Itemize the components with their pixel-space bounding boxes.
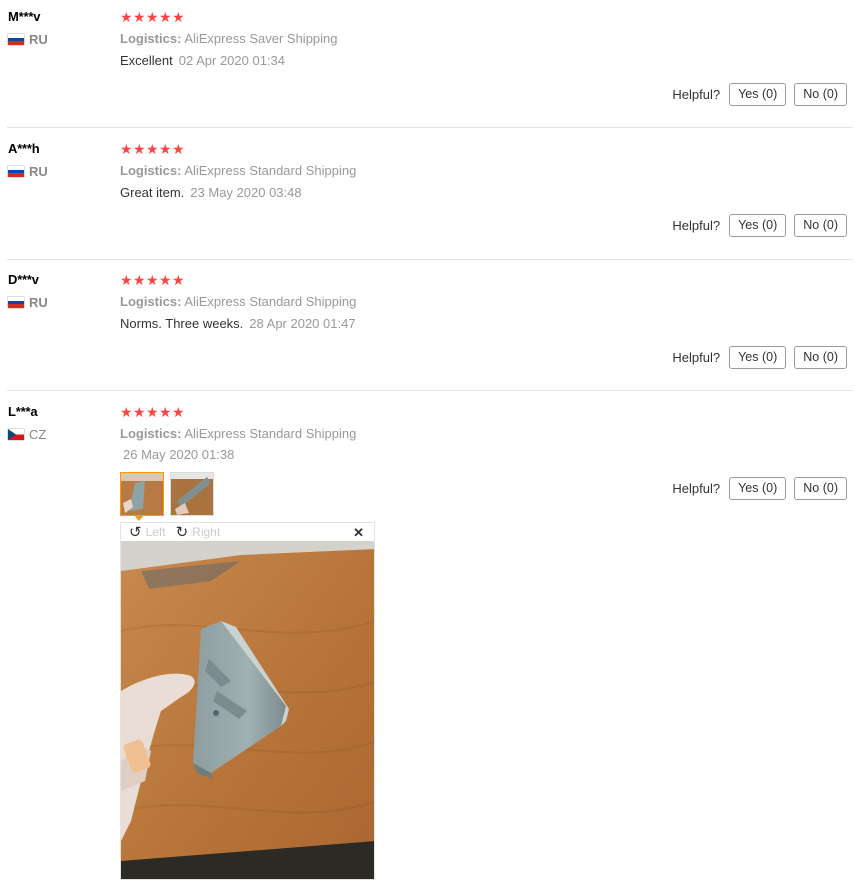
star-icon: ★ [133, 404, 147, 420]
logistics-value: AliExpress Standard Shipping [184, 426, 357, 441]
rotate-right-label: Right [192, 525, 221, 539]
logistics-value: AliExpress Saver Shipping [184, 31, 338, 46]
reviewer-country: RU [29, 164, 48, 179]
review-divider [7, 259, 853, 260]
review-content: Norms. Three weeks. 28 Apr 2020 01:47 [120, 316, 356, 331]
star-icon: ★ [146, 404, 160, 420]
review-text: Great item. [120, 185, 185, 200]
review-date: 26 May 2020 01:38 [123, 447, 235, 462]
logistics-info: Logistics: AliExpress Standard Shipping [120, 163, 356, 178]
logistics-label: Logistics: [120, 426, 182, 441]
logistics-label: Logistics: [120, 163, 182, 178]
helpful-no-button[interactable]: No (0) [794, 214, 847, 237]
logistics-label: Logistics: [120, 31, 182, 46]
star-rating: ★★★★★ [120, 141, 185, 158]
star-icon: ★ [146, 272, 160, 288]
star-icon: ★ [159, 9, 173, 25]
close-icon[interactable]: ✕ [353, 525, 364, 541]
star-rating: ★★★★★ [120, 9, 185, 26]
flag-ru-icon [8, 166, 24, 177]
reviewer-country: RU [29, 295, 48, 310]
review-photo-thumbnail[interactable] [170, 472, 214, 516]
helpful-controls: Helpful? Yes (0) No (0) [672, 214, 847, 237]
helpful-no-button[interactable]: No (0) [794, 83, 847, 106]
logistics-value: AliExpress Standard Shipping [184, 294, 357, 309]
logistics-value: AliExpress Standard Shipping [184, 163, 357, 178]
star-icon: ★ [159, 272, 173, 288]
review-date: 02 Apr 2020 01:34 [178, 53, 286, 68]
star-icon: ★ [159, 141, 173, 157]
review-divider [7, 390, 853, 391]
star-icon: ★ [172, 141, 186, 157]
star-icon: ★ [120, 272, 134, 288]
star-icon: ★ [172, 404, 186, 420]
helpful-yes-button[interactable]: Yes (0) [729, 83, 787, 106]
helpful-no-button[interactable]: No (0) [794, 346, 847, 369]
helpful-controls: Helpful? Yes (0) No (0) [672, 346, 847, 369]
star-icon: ★ [159, 404, 173, 420]
star-icon: ★ [120, 9, 134, 25]
star-rating: ★★★★★ [120, 272, 185, 289]
review-photo-thumbnail[interactable] [120, 472, 164, 516]
helpful-controls: Helpful? Yes (0) No (0) [672, 83, 847, 106]
reviewer-name: D***v [8, 272, 39, 287]
star-icon: ★ [120, 141, 134, 157]
logistics-label: Logistics: [120, 294, 182, 309]
review-content: Excellent 02 Apr 2020 01:34 [120, 53, 285, 68]
rotate-left-label: Left [145, 525, 166, 539]
star-icon: ★ [133, 9, 147, 25]
review-date: 23 May 2020 03:48 [190, 185, 302, 200]
helpful-label: Helpful? [672, 87, 721, 102]
logistics-info: Logistics: AliExpress Saver Shipping [120, 31, 338, 46]
review-date: 28 Apr 2020 01:47 [249, 316, 356, 331]
star-icon: ★ [120, 404, 134, 420]
star-icon: ★ [172, 272, 186, 288]
reviewer-name: L***a [8, 404, 38, 419]
helpful-label: Helpful? [672, 218, 721, 233]
flag-ru-icon [8, 297, 24, 308]
helpful-yes-button[interactable]: Yes (0) [729, 346, 787, 369]
rotate-left-button[interactable]: ↺ Left [129, 525, 166, 540]
logistics-info: Logistics: AliExpress Standard Shipping [120, 294, 356, 309]
reviewer-country: CZ [29, 427, 47, 442]
review-text: Excellent [120, 53, 173, 68]
star-rating: ★★★★★ [120, 404, 185, 421]
thumbnail-pointer [134, 515, 144, 521]
helpful-yes-button[interactable]: Yes (0) [729, 214, 787, 237]
reviewer-country: RU [29, 32, 48, 47]
flag-cz-icon [8, 429, 24, 440]
review-content: Great item. 23 May 2020 03:48 [120, 185, 302, 200]
helpful-yes-button[interactable]: Yes (0) [729, 477, 787, 500]
helpful-no-button[interactable]: No (0) [794, 477, 847, 500]
review-divider [7, 127, 853, 128]
flag-ru-icon [8, 34, 24, 45]
star-icon: ★ [172, 9, 186, 25]
star-icon: ★ [146, 9, 160, 25]
review-text: Norms. Three weeks. [120, 316, 244, 331]
helpful-label: Helpful? [672, 481, 721, 496]
image-viewer-toolbar: ↺ Left ↻ Right ✕ [121, 523, 374, 541]
rotate-right-button[interactable]: ↻ Right [176, 525, 221, 540]
helpful-label: Helpful? [672, 350, 721, 365]
star-icon: ★ [133, 141, 147, 157]
logistics-info: Logistics: AliExpress Standard Shipping [120, 426, 356, 441]
image-viewer: ↺ Left ↻ Right ✕ [120, 522, 375, 880]
star-icon: ★ [133, 272, 147, 288]
helpful-controls: Helpful? Yes (0) No (0) [672, 477, 847, 500]
rotate-left-icon: ↺ [129, 523, 142, 541]
reviewer-name: M***v [8, 9, 41, 24]
review-content: 26 May 2020 01:38 [120, 447, 234, 462]
rotate-right-icon: ↻ [175, 523, 189, 541]
star-icon: ★ [146, 141, 160, 157]
reviewer-name: A***h [8, 141, 40, 156]
review-photo-large [121, 541, 374, 879]
